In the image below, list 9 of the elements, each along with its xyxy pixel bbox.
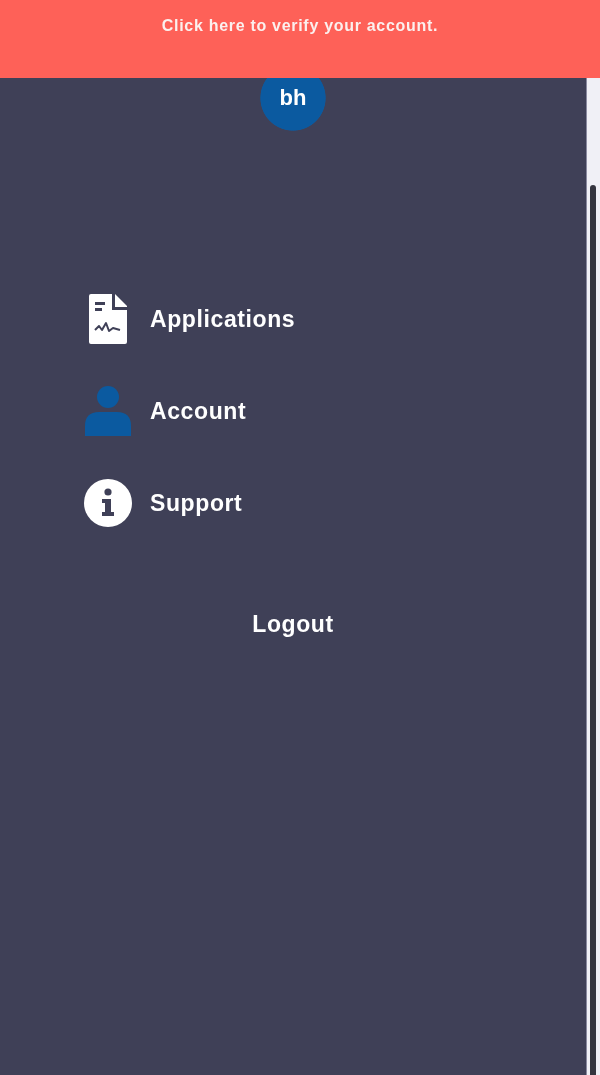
logout-button[interactable]: Logout [252,611,334,638]
menu-item[interactable]: Applications [84,294,296,344]
document-icon [89,294,127,344]
menu-item[interactable]: Account [84,386,247,436]
avatar: bh [260,78,326,131]
info-icon [84,479,132,527]
scrollbar[interactable] [590,185,596,1075]
person-icon [85,386,131,436]
menu-item[interactable]: Support [84,478,243,528]
